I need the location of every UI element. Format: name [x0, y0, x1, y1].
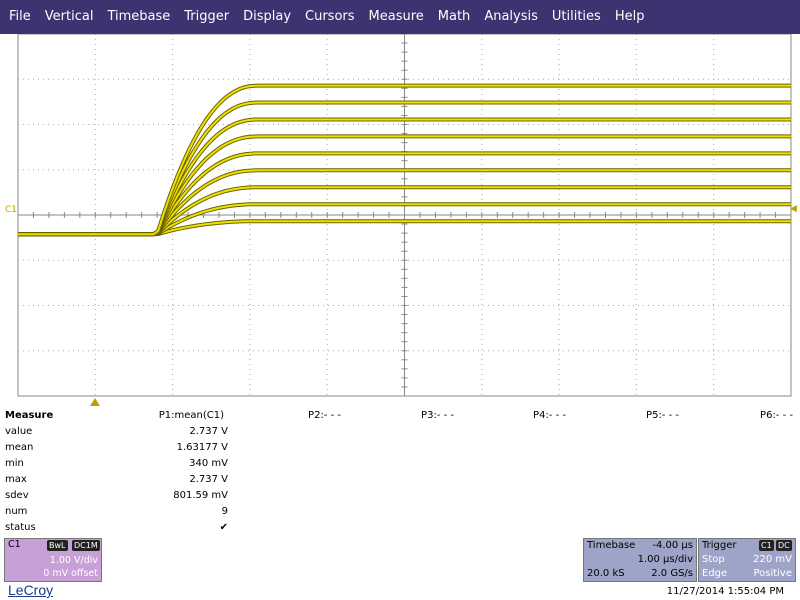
measure-p1-value: 2.737 V: [189, 426, 228, 437]
param-p1-header[interactable]: P1:mean(C1): [159, 408, 224, 424]
param-p2-header[interactable]: P2:- - -: [308, 408, 341, 424]
timebase-panel[interactable]: Timebase -4.00 µs 1.00 µs/div 20.0 kS 2.…: [583, 538, 697, 582]
trigger-coupling-tag: DC: [776, 540, 792, 551]
measure-row-sdev: sdev 801.59 mV: [0, 488, 800, 504]
measure-table: Measure P1:mean(C1) P2:- - - P3:- - - P4…: [0, 408, 800, 538]
trigger-level: 220 mV: [753, 554, 792, 565]
menu-file[interactable]: File: [0, 0, 38, 34]
measure-p1-value: 801.59 mV: [173, 490, 228, 501]
param-p3-header[interactable]: P3:- - -: [421, 408, 454, 424]
c1-vdiv: 1.00 V/div: [49, 555, 98, 566]
timebase-delay: -4.00 µs: [652, 540, 693, 551]
waveform-display[interactable]: C1 ◀: [0, 34, 800, 398]
menu-bar: File Vertical Timebase Trigger Display Cursor…: [0, 0, 800, 34]
measure-row-min: min 340 mV: [0, 456, 800, 472]
menu-math[interactable]: Math: [431, 0, 478, 34]
measure-p1-value: 1.63177 V: [176, 442, 228, 453]
measure-row-status: status ✔: [0, 520, 800, 536]
c1-bwl-tag: BwL: [47, 540, 68, 551]
timebase-rate: 2.0 GS/s: [651, 568, 693, 579]
measure-row-mean: mean 1.63177 V: [0, 440, 800, 456]
param-p6-header[interactable]: P6:- - -: [760, 408, 793, 424]
measure-p1-value: 2.737 V: [189, 474, 228, 485]
lecroy-logo: LeCroy: [8, 582, 54, 598]
param-p5-header[interactable]: P5:- - -: [646, 408, 679, 424]
menu-trigger[interactable]: Trigger: [177, 0, 236, 34]
trigger-slope: Positive: [753, 568, 792, 579]
menu-help[interactable]: Help: [608, 0, 652, 34]
trigger-mode: Stop: [702, 554, 725, 565]
measure-p1-value: 340 mV: [189, 458, 228, 469]
menu-measure[interactable]: Measure: [362, 0, 431, 34]
channel-marker-right-icon: ◀: [790, 204, 797, 214]
trigger-position-icon[interactable]: [90, 398, 100, 406]
channel-c1-panel[interactable]: C1 BwL DC1M 1.00 V/div 0 mV offset: [4, 538, 102, 582]
timebase-title: Timebase: [587, 540, 636, 551]
trigger-title: Trigger: [702, 540, 737, 551]
measure-p1-value: ✔: [219, 522, 228, 533]
menu-cursors[interactable]: Cursors: [298, 0, 362, 34]
date-time: 11/27/2014 1:55:04 PM: [666, 586, 784, 597]
c1-name: C1: [8, 539, 21, 550]
measure-header: Measure: [5, 410, 54, 421]
trigger-panel[interactable]: Trigger C1 DC Stop 220 mV Edge Positive: [698, 538, 796, 582]
menu-timebase[interactable]: Timebase: [100, 0, 177, 34]
measure-row-value: value 2.737 V: [0, 424, 800, 440]
measure-row-num: num 9: [0, 504, 800, 520]
menu-analysis[interactable]: Analysis: [477, 0, 545, 34]
c1-panel-header: C1 BwL DC1M: [5, 539, 101, 552]
menu-display[interactable]: Display: [236, 0, 298, 34]
menu-vertical[interactable]: Vertical: [38, 0, 101, 34]
menu-utilities[interactable]: Utilities: [545, 0, 608, 34]
trigger-source-tag: C1: [759, 540, 774, 551]
trigger-type: Edge: [702, 568, 728, 579]
timebase-tdiv: 1.00 µs/div: [637, 554, 693, 565]
c1-offset: 0 mV offset: [43, 568, 98, 579]
measure-p1-value: 9: [221, 506, 228, 517]
channel-marker-left: C1: [5, 205, 18, 215]
c1-coupling-tag: DC1M: [72, 540, 100, 551]
timebase-samples: 20.0 kS: [587, 568, 625, 579]
measure-row-max: max 2.737 V: [0, 472, 800, 488]
waveform-grid: [17, 34, 792, 397]
param-p4-header[interactable]: P4:- - -: [533, 408, 566, 424]
